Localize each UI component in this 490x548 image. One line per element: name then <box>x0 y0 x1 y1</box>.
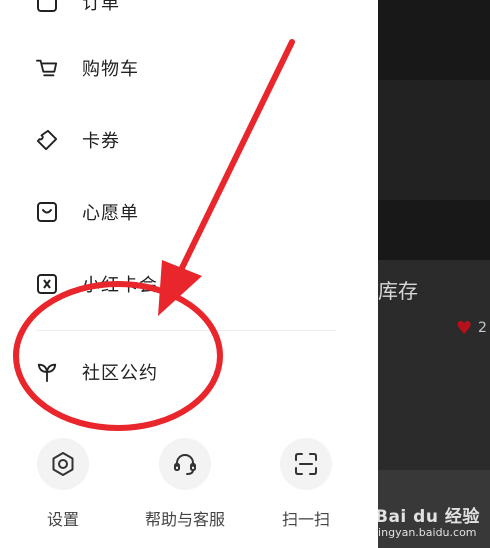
scan-icon-circle <box>280 438 332 490</box>
scan-icon <box>295 453 317 475</box>
side-drawer: 订单 购物车 卡券 心愿单 小红卡会员 社区公约 设置 帮助与客服 扫一扫 <box>0 0 378 548</box>
settings-icon-circle <box>37 438 89 490</box>
scan-button[interactable]: 扫一扫 <box>256 438 356 530</box>
scan-label: 扫一扫 <box>281 510 330 529</box>
menu-item-label: 社区公约 <box>82 363 158 384</box>
watermark-url: jingyan.baidu.com <box>375 526 477 539</box>
help-icon-circle <box>159 438 211 490</box>
menu-item-orders[interactable]: 订单 <box>36 0 336 22</box>
menu-item-member-card[interactable]: 小红卡会员 <box>36 264 336 304</box>
feed-card-title: 库存 <box>378 279 418 303</box>
menu-item-cart[interactable]: 购物车 <box>36 48 336 88</box>
watermark-logo: Bai du 经验 <box>375 507 480 527</box>
menu-item-label: 小红卡会员 <box>82 275 177 296</box>
help-support-button[interactable]: 帮助与客服 <box>135 438 235 530</box>
gear-icon <box>52 452 74 476</box>
settings-label: 设置 <box>46 510 79 529</box>
feed-like-count: 2 <box>478 320 487 336</box>
menu-divider <box>36 330 336 331</box>
member-card-icon <box>36 273 58 295</box>
help-label: 帮助与客服 <box>144 510 225 529</box>
feed-card-image <box>378 0 490 260</box>
menu-item-label: 订单 <box>82 0 120 14</box>
menu-item-label: 购物车 <box>82 59 139 80</box>
order-icon <box>36 0 58 13</box>
dimmed-feed-backdrop[interactable]: 库存 ♥ 2 <box>378 0 490 548</box>
baidu-watermark: Bai du 经验 jingyan.baidu.com <box>375 496 487 544</box>
menu-item-coupons[interactable]: 卡券 <box>36 120 336 160</box>
menu-item-label: 卡券 <box>82 131 120 152</box>
coupon-icon <box>36 129 58 151</box>
menu-item-wishlist[interactable]: 心愿单 <box>36 192 336 232</box>
wishlist-icon <box>36 201 58 223</box>
settings-button[interactable]: 设置 <box>13 438 113 530</box>
menu-item-community-guidelines[interactable]: 社区公约 <box>36 352 336 392</box>
cart-icon <box>36 57 58 79</box>
menu-item-label: 心愿单 <box>82 203 139 224</box>
heart-icon: ♥ <box>456 318 473 339</box>
sprout-icon <box>36 361 58 383</box>
headset-icon <box>174 454 196 475</box>
